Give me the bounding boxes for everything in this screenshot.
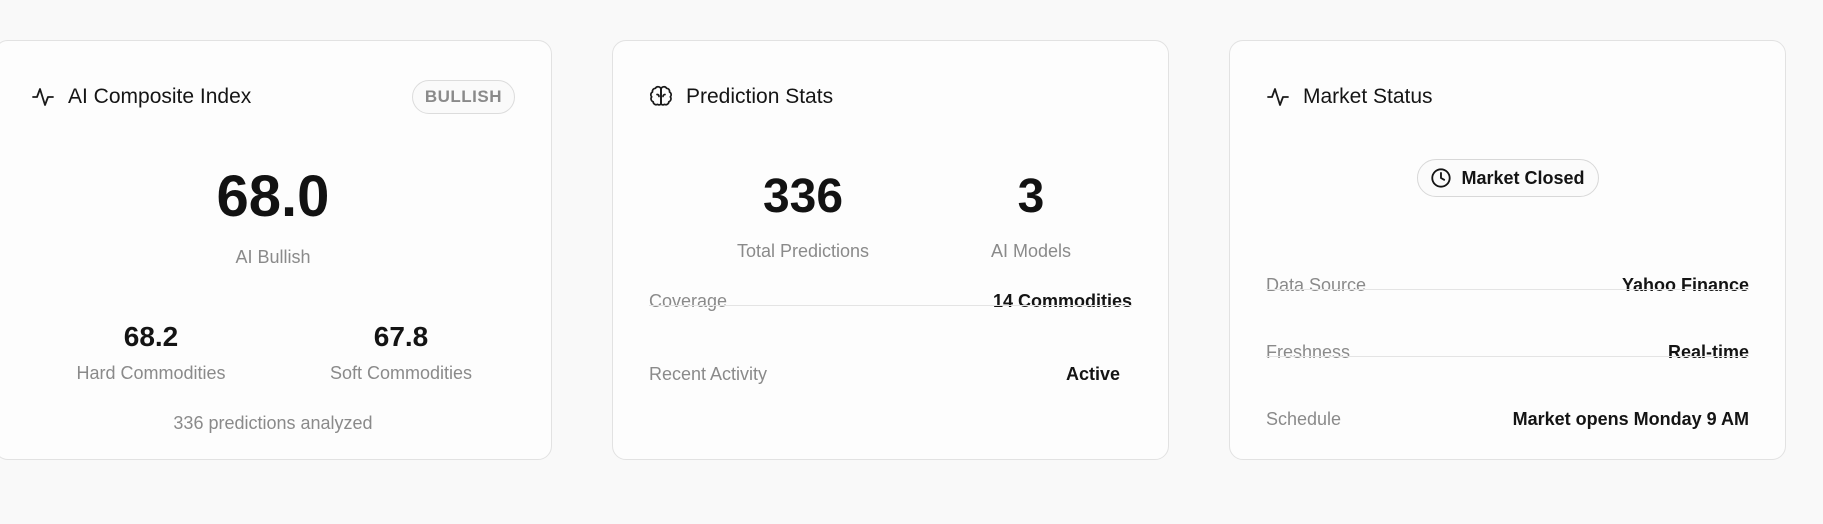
recent-activity-key: Recent Activity — [649, 363, 768, 384]
activity-icon — [1266, 85, 1290, 109]
freshness-value: Real-time — [1667, 341, 1749, 362]
data-source-key: Data Source — [1266, 274, 1367, 295]
freshness-row: Freshness Real-time — [1266, 332, 1749, 372]
total-predictions-value: 336 — [762, 170, 844, 223]
ai-models-label: AI Models — [990, 241, 1072, 261]
coverage-value: 14 Commodities — [992, 290, 1132, 311]
composite-index-card: AI Composite Index BULLISH 68.0 AI Bulli… — [0, 40, 552, 460]
row-divider — [1266, 289, 1749, 290]
soft-commodities-value: 67.8 — [373, 321, 429, 352]
soft-commodities-label: Soft Commodities — [329, 363, 473, 383]
prediction-card-header: Prediction Stats — [649, 79, 1132, 115]
composite-title: AI Composite Index — [68, 85, 252, 108]
clock-icon — [1429, 167, 1451, 189]
market-title: Market Status — [1303, 85, 1433, 108]
coverage-row: Coverage 14 Commodities — [649, 281, 1132, 321]
schedule-key: Schedule — [1266, 408, 1342, 429]
data-source-row: Data Source Yahoo Finance — [1266, 265, 1749, 305]
predictions-analyzed-text: 336 predictions analyzed — [173, 413, 373, 433]
recent-activity-row: Recent Activity Active — [649, 354, 1132, 394]
market-status-text: Market Closed — [1461, 167, 1585, 188]
prediction-title: Prediction Stats — [686, 85, 834, 108]
soft-commodities-stat: 67.8 Soft Commodities — [301, 321, 501, 384]
composite-value: 68.0 — [216, 164, 330, 229]
brain-icon — [649, 85, 673, 109]
ai-models-value: 3 — [1017, 170, 1045, 223]
prediction-stats-card: Prediction Stats 336 Total Predictions 3… — [612, 40, 1169, 460]
data-source-value: Yahoo Finance — [1621, 274, 1749, 295]
total-predictions-label: Total Predictions — [736, 241, 870, 261]
hard-commodities-stat: 68.2 Hard Commodities — [51, 321, 251, 384]
market-status-card: Market Status Market Closed Data Source … — [1229, 40, 1786, 460]
recent-activity-value: Active — [1065, 363, 1120, 384]
activity-icon — [31, 85, 55, 109]
market-card-header: Market Status — [1266, 79, 1749, 115]
row-divider — [1266, 356, 1749, 357]
composite-sentiment-label: AI Bullish — [235, 247, 311, 267]
sentiment-badge: BULLISH — [411, 80, 515, 114]
schedule-row: Schedule Market opens Monday 9 AM — [1266, 399, 1749, 439]
row-divider — [649, 305, 1132, 306]
coverage-key: Coverage — [649, 290, 728, 311]
hard-commodities-label: Hard Commodities — [76, 363, 226, 383]
schedule-value: Market opens Monday 9 AM — [1512, 408, 1749, 429]
market-status-badge: Market Closed — [1416, 159, 1599, 197]
composite-card-header: AI Composite Index BULLISH — [31, 79, 515, 115]
ai-models-stat: 3 AI Models — [921, 169, 1141, 262]
freshness-key: Freshness — [1266, 341, 1351, 362]
hard-commodities-value: 68.2 — [123, 321, 179, 352]
total-predictions-stat: 336 Total Predictions — [693, 169, 913, 262]
